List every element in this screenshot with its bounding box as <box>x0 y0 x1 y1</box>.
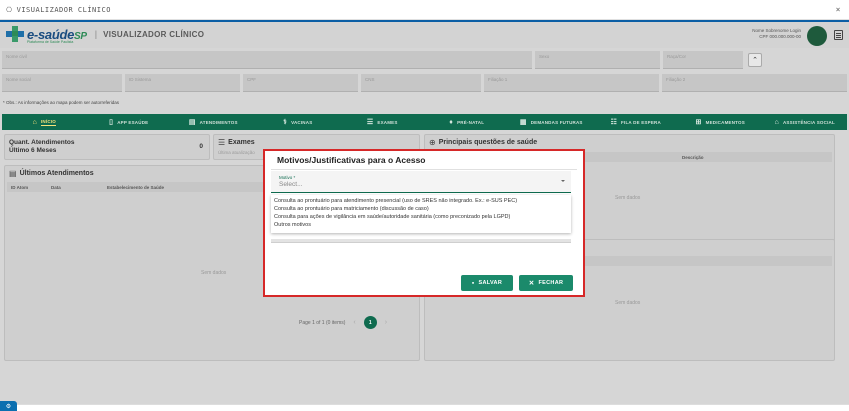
app-background: e-saúdeSP Plataforma de Saúde Paulista |… <box>0 20 849 404</box>
prev-page-icon[interactable]: ‹ <box>353 319 355 326</box>
avatar[interactable] <box>807 26 827 46</box>
col-estabelecimento: Estabelecimento de Saúde <box>107 185 165 190</box>
field-nome-civil: Nome civil <box>2 51 532 69</box>
chevron-up-icon: ⌃ <box>752 57 758 64</box>
obs-note: * Obs.: As informações ao mapa podem ser… <box>3 100 120 105</box>
handshake-icon: ⌂ <box>774 118 779 126</box>
dropdown-underlay <box>271 239 571 243</box>
exam-list-icon: ☰ <box>218 138 226 147</box>
header-separator: | <box>94 29 98 39</box>
app-header: e-saúdeSP Plataforma de Saúde Paulista |… <box>0 20 849 48</box>
save-disk-icon: ▪ <box>471 279 475 287</box>
motivo-option[interactable]: Outros motivos <box>271 221 571 229</box>
esaude-cross-icon <box>6 26 24 42</box>
col-id-atom: ID Atom <box>11 185 29 190</box>
close-window-icon[interactable]: × <box>836 5 841 14</box>
motivo-option[interactable]: Consulta ao prontuário para matriciament… <box>271 205 571 213</box>
calendar-icon: ▤ <box>9 169 17 178</box>
exames-last-update: Última atualização <box>218 150 255 155</box>
modal-title: Motivos/Justificativas para o Acesso <box>277 155 426 165</box>
ultimos-title: Últimos Atendimentos <box>19 170 94 177</box>
lower-right-empty: Sem dados <box>615 300 641 306</box>
home-icon: ⌂ <box>32 118 37 126</box>
app-window-icon: ⎔ <box>6 5 13 14</box>
tab-demandas-futuras[interactable]: ▦ DEMANDAS FUTURAS <box>509 114 594 130</box>
settings-fab[interactable]: ⚙ <box>0 401 17 411</box>
brand-tagline: Plataforma de Saúde Paulista <box>27 40 74 44</box>
window-titlebar: ⎔ VISUALIZADOR CLÍNICO × <box>0 0 849 20</box>
user-info: Nome Sobrenome Login CPF 000.000.000-00 <box>752 28 801 40</box>
tab-app-esaude[interactable]: ▯ APP ESAÚDE <box>87 114 172 130</box>
motivo-option[interactable]: Consulta para ações de vigilância em saú… <box>271 213 571 221</box>
tab-vacinas[interactable]: ⚕ VACINAS <box>256 114 341 130</box>
close-button[interactable]: ✕ FECHAR <box>519 275 573 291</box>
field-id-sistema: ID Sistema <box>125 74 240 92</box>
tab-medicamentos[interactable]: ⊞ MEDICAMENTOS <box>678 114 763 130</box>
page-1-button[interactable]: 1 <box>363 316 377 329</box>
calendar-grid-icon: ▦ <box>519 119 527 126</box>
list-icon: ☰ <box>366 119 374 126</box>
pregnant-icon: ♦ <box>449 118 454 126</box>
phone-icon: ▯ <box>109 119 114 126</box>
questoes-empty: Sem dados <box>615 195 641 201</box>
save-button-label: SALVAR <box>478 280 503 286</box>
motivo-select-label: Motivo * <box>279 175 296 180</box>
syringe-icon: ⚕ <box>283 119 288 126</box>
pager-info: Page 1 of 1 (0 items) <box>299 319 346 326</box>
esaude-logo: e-saúdeSP Plataforma de Saúde Paulista |… <box>6 26 205 44</box>
settings-gear-icon: ⚙ <box>5 403 12 410</box>
pagination: Page 1 of 1 (0 items) ‹ 1 › <box>299 316 389 329</box>
access-reason-modal: Motivos/Justificativas para o Acesso Mot… <box>263 149 585 297</box>
tab-assistencia-social[interactable]: ⌂ ASSISTÊNCIA SOCIAL <box>763 114 848 130</box>
main-nav: ⌂ INÍCIO ▯ APP ESAÚDE ▤ ATENDIMENTOS ⚕ VACIN… <box>2 114 847 130</box>
user-cpf: CPF 000.000.000-00 <box>759 34 801 39</box>
col-descricao: Descrição <box>682 155 704 160</box>
atendimentos-count-value: 0 <box>199 143 203 150</box>
tab-atendimentos[interactable]: ▤ ATENDIMENTOS <box>171 114 256 130</box>
health-issues-icon: ⊕ <box>429 138 436 147</box>
motivo-option[interactable]: Consulta ao prontuário para atendimento … <box>271 197 571 205</box>
field-cns: CNS <box>361 74 481 92</box>
next-page-icon[interactable]: › <box>385 319 387 326</box>
questoes-title: Principais questões de saúde <box>438 139 538 146</box>
modal-divider <box>271 169 577 170</box>
menu-icon[interactable] <box>834 30 843 40</box>
col-data: Data <box>51 185 61 190</box>
app-title: VISUALIZADOR CLÍNICO <box>103 29 205 39</box>
atendimentos-count-card: Quant. Atendimentos Último 6 Meses 0 <box>4 134 210 160</box>
atendimentos-count-title: Quant. Atendimentos <box>9 139 75 146</box>
queue-icon: ☷ <box>610 119 618 126</box>
save-button[interactable]: ▪ SALVAR <box>461 275 513 291</box>
window-title: VISUALIZADOR CLÍNICO <box>16 5 111 14</box>
field-raca-cor: Raça/Cor <box>663 51 743 69</box>
motivo-select-placeholder: Select... <box>279 181 303 188</box>
motivo-select[interactable]: Motivo * Select... <box>271 171 571 193</box>
footer-bar <box>0 404 849 411</box>
tab-pre-natal[interactable]: ♦ PRÉ-NATAL <box>425 114 510 130</box>
field-sexo: Sexo <box>535 51 660 69</box>
calendar-icon: ▤ <box>188 119 196 126</box>
motivo-dropdown-list: Consulta ao prontuário para atendimento … <box>271 195 571 233</box>
close-button-label: FECHAR <box>538 280 564 286</box>
tab-inicio[interactable]: ⌂ INÍCIO <box>2 114 87 130</box>
medicine-icon: ⊞ <box>695 119 702 126</box>
field-filiacao1: Filiação 1 <box>484 74 659 92</box>
tab-exames[interactable]: ☰ EXAMES <box>340 114 425 130</box>
caret-down-icon <box>561 180 565 182</box>
close-x-icon: ✕ <box>528 280 535 287</box>
atendimentos-count-subtitle: Último 6 Meses <box>9 147 57 154</box>
expand-up-button[interactable]: ⌃ <box>748 53 762 67</box>
exames-title: Exames <box>228 139 255 146</box>
field-cpf: CPF <box>243 74 358 92</box>
ultimos-empty: Sem dados <box>201 270 227 276</box>
field-filiacao2: Filiação 2 <box>662 74 847 92</box>
tab-fila-de-espera[interactable]: ☷ FILA DE ESPERA <box>594 114 679 130</box>
field-nome-social: Nome social <box>2 74 122 92</box>
